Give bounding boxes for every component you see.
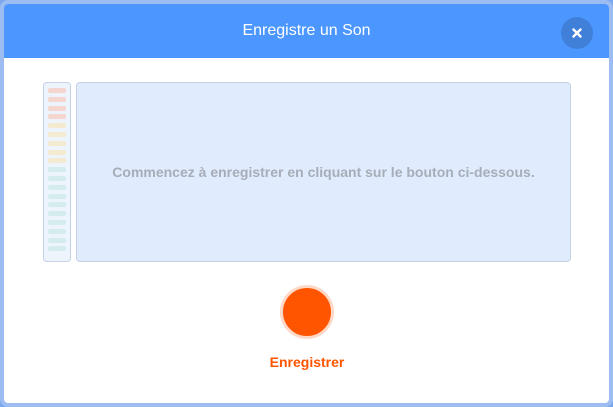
level-meter	[43, 82, 71, 262]
level-bar	[48, 88, 66, 93]
level-bar	[48, 246, 66, 252]
level-bar	[48, 211, 66, 217]
modal-header: Enregistre un Son	[4, 4, 609, 58]
instructions-text: Commencez à enregistrer en cliquant sur …	[112, 164, 535, 180]
level-bar	[48, 202, 66, 208]
level-bar	[48, 123, 66, 129]
level-bar	[48, 140, 66, 146]
level-bar	[48, 184, 66, 190]
level-bar	[48, 114, 66, 120]
level-bar	[48, 105, 66, 111]
close-button[interactable]	[561, 17, 593, 49]
level-bar	[48, 220, 66, 225]
level-bar	[48, 228, 66, 234]
level-bar	[48, 193, 66, 199]
level-bar	[48, 176, 66, 181]
level-bar	[48, 167, 66, 173]
level-bar	[48, 149, 66, 155]
level-bar	[48, 237, 66, 243]
level-bar	[48, 132, 66, 137]
level-bar	[48, 96, 66, 102]
record-button[interactable]	[280, 285, 334, 339]
level-bar	[48, 158, 66, 164]
record-sound-modal: Enregistre un Son Commencez à enregistre…	[0, 0, 613, 407]
modal-title: Enregistre un Son	[242, 22, 371, 39]
record-label[interactable]: Enregistrer	[207, 354, 407, 370]
waveform-area: Commencez à enregistrer en cliquant sur …	[76, 82, 571, 262]
close-icon	[572, 28, 582, 38]
